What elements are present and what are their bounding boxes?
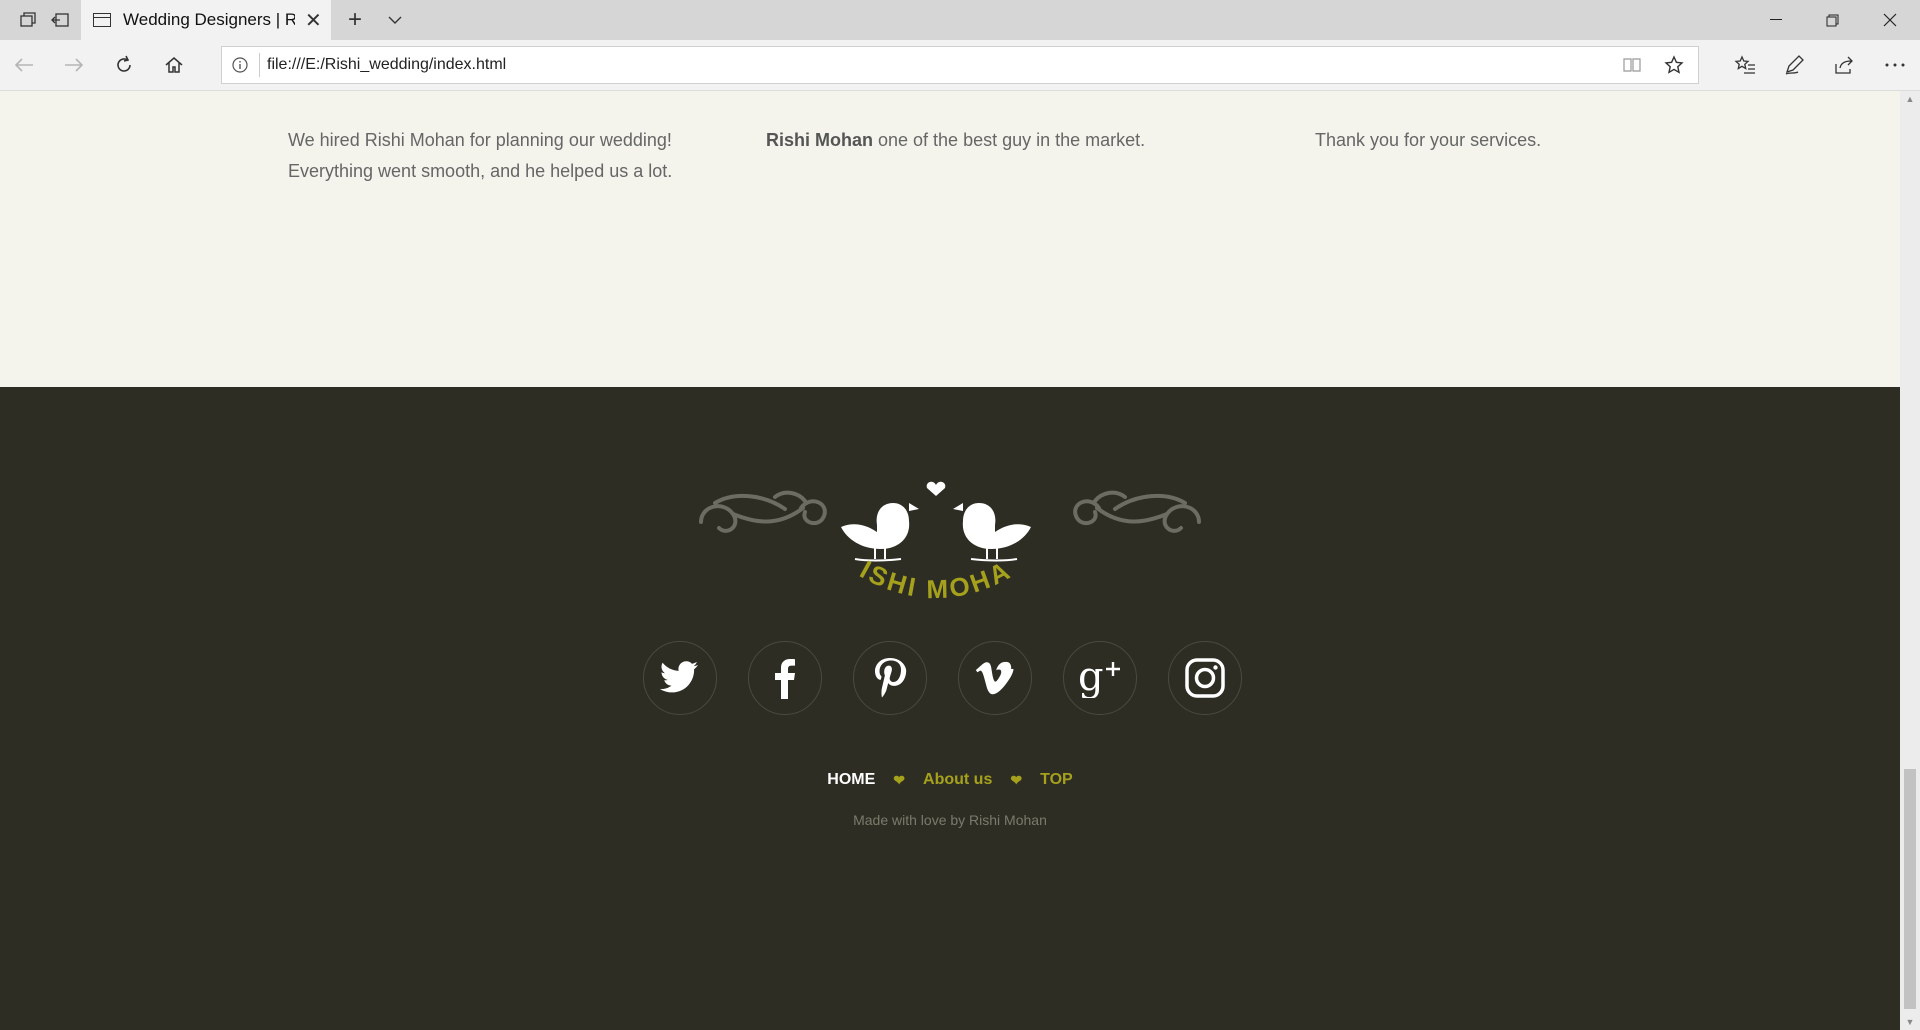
vimeo-icon	[975, 661, 1014, 695]
home-button[interactable]	[150, 40, 198, 90]
reading-view-icon[interactable]	[1622, 47, 1642, 83]
scrollbar-thumb[interactable]	[1904, 769, 1916, 1009]
heart-separator-icon: ❤	[1010, 771, 1023, 788]
restore-button[interactable]	[1804, 0, 1860, 40]
birds	[841, 481, 1031, 549]
new-tab-button[interactable]: +	[340, 0, 370, 40]
set-aside-tabs-icon[interactable]	[40, 0, 80, 40]
site-info-icon[interactable]	[232, 47, 248, 83]
love-birds-logo: RISHI MOHAN	[684, 453, 1205, 627]
footer-nav-home[interactable]: HOME	[827, 771, 875, 789]
svg-text:g: g	[1078, 658, 1104, 698]
testimonial-1-line-2: Everything went smooth, and he helped us…	[288, 161, 673, 181]
facebook-icon	[775, 659, 795, 699]
pinterest-icon	[875, 658, 907, 698]
footer: RISHI MOHAN g	[0, 387, 1900, 1030]
testimonial-1-line-1: We hired Rishi Mohan for planning our we…	[288, 130, 672, 150]
testimonial-2: Rishi Mohan one of the best guy in the m…	[766, 125, 1145, 156]
url-text[interactable]: file:///E:/Rishi_wedding/index.html	[267, 47, 506, 83]
more-options-icon[interactable]	[1870, 40, 1920, 90]
share-icon[interactable]	[1820, 40, 1870, 90]
address-bar[interactable]: file:///E:/Rishi_wedding/index.html	[221, 46, 1699, 84]
tab-active[interactable]: Wedding Designers | Rishi Mohan ✕	[81, 0, 331, 40]
page-icon	[93, 13, 111, 27]
testimonial-2-name: Rishi Mohan	[766, 130, 873, 150]
testimonial-3: Thank you for your services.	[1315, 125, 1541, 156]
vertical-scrollbar[interactable]: ▲ ▼	[1900, 91, 1920, 1030]
refresh-button[interactable]	[100, 40, 148, 90]
tab-list-chevron-icon[interactable]	[380, 0, 410, 40]
minimize-button[interactable]	[1748, 0, 1804, 40]
heart-separator-icon: ❤	[893, 771, 906, 788]
social-links: g	[643, 641, 1242, 715]
navigation-bar: file:///E:/Rishi_wedding/index.html	[0, 40, 1920, 91]
favorite-star-icon[interactable]	[1664, 47, 1684, 83]
twitter-icon	[660, 661, 698, 693]
footer-nav-about[interactable]: About us	[923, 771, 992, 789]
pinterest-link[interactable]	[853, 641, 927, 715]
instagram-link[interactable]	[1168, 641, 1242, 715]
vimeo-link[interactable]	[958, 641, 1032, 715]
back-button[interactable]	[0, 40, 48, 90]
twitter-link[interactable]	[643, 641, 717, 715]
footer-nav: HOME ❤ About us ❤ TOP	[0, 771, 1900, 789]
scroll-down-arrow-icon[interactable]: ▼	[1900, 1014, 1920, 1030]
bird-feet	[854, 547, 1018, 562]
tab-bar: Wedding Designers | Rishi Mohan ✕ +	[0, 0, 1920, 40]
left-swirl-ornament	[699, 490, 827, 533]
tab-title: Wedding Designers | Rishi Mohan	[123, 10, 295, 29]
google-plus-link[interactable]: g	[1063, 641, 1137, 715]
favorites-hub-icon[interactable]	[1720, 40, 1770, 90]
testimonials-section: We hired Rishi Mohan for planning our we…	[0, 91, 1900, 387]
forward-button[interactable]	[50, 40, 98, 90]
testimonial-1: We hired Rishi Mohan for planning our we…	[288, 125, 672, 187]
tab-close-icon[interactable]: ✕	[305, 8, 322, 33]
google-plus-icon: g	[1078, 658, 1120, 698]
footer-nav-top[interactable]: TOP	[1040, 771, 1073, 789]
testimonial-3-text: Thank you for your services.	[1315, 130, 1542, 150]
right-swirl-ornament	[1073, 490, 1201, 533]
close-window-button[interactable]	[1862, 0, 1918, 40]
page-viewport: We hired Rishi Mohan for planning our we…	[0, 91, 1900, 1030]
scroll-up-arrow-icon[interactable]: ▲	[1900, 91, 1920, 107]
testimonial-2-text: one of the best guy in the market.	[873, 130, 1146, 150]
facebook-link[interactable]	[748, 641, 822, 715]
footer-credit: Made with love by Rishi Mohan	[853, 812, 1047, 828]
instagram-icon	[1185, 658, 1225, 698]
address-separator	[259, 53, 260, 77]
web-note-pen-icon[interactable]	[1770, 40, 1820, 90]
